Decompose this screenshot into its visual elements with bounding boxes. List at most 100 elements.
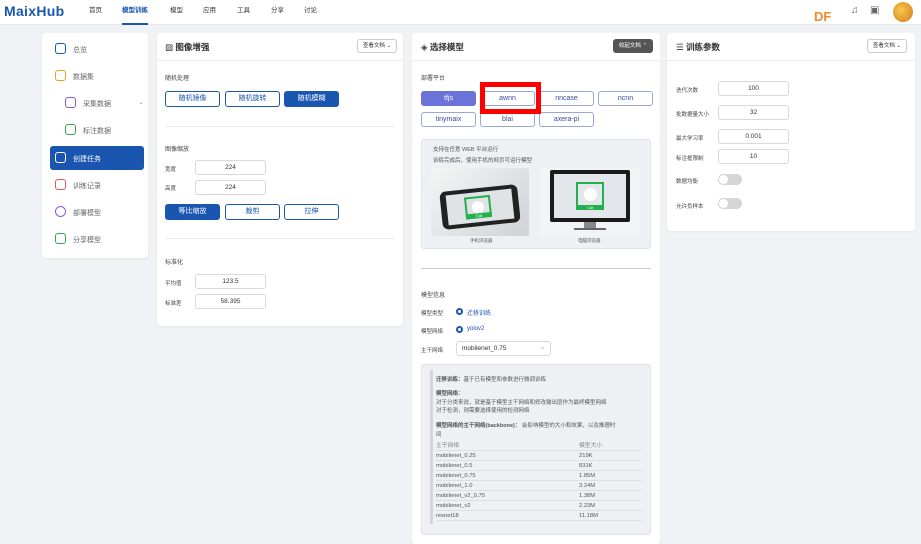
divider: [421, 268, 651, 269]
height-input[interactable]: 224: [195, 180, 266, 195]
nav-discuss[interactable]: 讨论: [304, 0, 317, 25]
table-cell: mobilenet_0.25: [436, 453, 476, 459]
random-section-title: 随机处理: [165, 76, 190, 82]
bell-icon[interactable]: ♫: [851, 5, 859, 16]
pc-caption: 电脑浏览器: [578, 238, 601, 243]
normalize-section-title: 标准化: [165, 260, 184, 266]
transfer-radio-label[interactable]: 迁移训练: [467, 308, 491, 317]
nav-share[interactable]: 分享: [271, 0, 284, 25]
platform-nncase-button[interactable]: nncase: [539, 91, 594, 106]
platform-tinymaix-button[interactable]: tinymaix: [421, 112, 476, 127]
mean-label: 平均值: [165, 281, 182, 287]
platform-ncnn-button[interactable]: ncnn: [598, 91, 653, 106]
stretch-button[interactable]: 拉伸: [284, 204, 339, 220]
monitor-base: [574, 228, 606, 230]
divider: [165, 126, 395, 127]
sliders-icon: ☰: [676, 42, 686, 52]
table-row: mobilenet_v2 2.23M: [436, 502, 642, 511]
std-input[interactable]: 58.395: [195, 294, 266, 309]
sidebar-item-deploy[interactable]: 部署模型: [50, 200, 144, 224]
batch-size-label: 批数据量大小: [676, 112, 710, 118]
pc-image: Cat: [540, 168, 640, 236]
phone-screen: Cat: [445, 188, 515, 226]
model-doc-button[interactable]: 收起文档 ⌃: [613, 39, 653, 53]
table-header: 主干网络 模型大小: [436, 442, 642, 451]
platform-blai-button[interactable]: blai: [480, 112, 535, 127]
table-cell: 2.23M: [579, 503, 596, 509]
table-row: mobilenet_0.75 1.85M: [436, 472, 642, 481]
doc-net-text1: 对于分类来说，就是基于模型主干网络和修改输出层作为最终模型网络: [436, 400, 607, 406]
sidebar-item-capture[interactable]: 采集数据 ⌄: [50, 91, 144, 115]
sidebar: 总览 数据集 采集数据 ⌄ 标注数据 创建任务 训练记录 部署模型 分享模型: [42, 33, 148, 258]
table-header-cell: 主干网络: [436, 443, 460, 449]
random-blur-button[interactable]: 随机模糊: [284, 91, 339, 107]
yolov2-radio-label[interactable]: yolov2: [467, 326, 484, 332]
sidebar-item-label: 训练记录: [73, 183, 101, 190]
table-cell: 11.18M: [579, 513, 598, 519]
learning-rate-input[interactable]: 0.001: [718, 129, 789, 144]
table-cell: mobilenet_0.5: [436, 463, 473, 469]
balance-toggle[interactable]: [718, 174, 742, 185]
home-icon: [55, 43, 66, 54]
sidebar-item-dataset[interactable]: 数据集: [50, 64, 144, 88]
nav-model-training[interactable]: 模型训练: [122, 0, 148, 25]
random-rotate-button[interactable]: 随机旋转: [225, 91, 280, 107]
doc-quote-bar: [430, 370, 433, 524]
backbone-label: 主干网络: [421, 348, 444, 354]
batch-size-input[interactable]: 32: [718, 105, 789, 120]
message-icon[interactable]: ▣: [870, 5, 879, 16]
cube-icon: ◈: [421, 42, 430, 52]
platform-tfjs-button[interactable]: tfjs: [421, 91, 476, 106]
yolov2-radio[interactable]: [456, 326, 463, 333]
width-input[interactable]: 224: [195, 160, 266, 175]
sidebar-item-annotate[interactable]: 标注数据: [50, 118, 144, 142]
table-cell: resnet18: [436, 513, 459, 519]
divider: [165, 238, 395, 239]
sidebar-item-history[interactable]: 训练记录: [50, 173, 144, 197]
chevron-down-icon[interactable]: ⌄: [138, 98, 144, 106]
sidebar-item-share[interactable]: 分享模型: [50, 227, 144, 251]
backbone-select[interactable]: mobilenet_0.75 ⌄: [456, 341, 551, 356]
model-info-title: 模型信息: [421, 293, 446, 299]
sidebar-item-create-task[interactable]: 创建任务: [50, 146, 144, 170]
phone-device: Cat: [439, 184, 521, 230]
maixhub-logo[interactable]: MaixHub: [4, 3, 64, 19]
crop-button[interactable]: 裁剪: [225, 204, 280, 220]
table-row: mobilenet_0.25 219K: [436, 452, 642, 461]
epochs-input[interactable]: 100: [718, 81, 789, 96]
platform-axera-pi-button[interactable]: axera-pi: [539, 112, 594, 127]
sidebar-item-label: 标注数据: [83, 128, 111, 135]
backbone-select-value: mobilenet_0.75: [462, 345, 507, 352]
box-limit-input[interactable]: 10: [718, 149, 789, 164]
divider: [157, 60, 403, 61]
nav-home[interactable]: 首页: [89, 0, 102, 25]
top-bar: MaixHub 首页 模型训练 模型 应用 工具 分享 讨论 DF ♫ ▣: [0, 0, 921, 25]
sidebar-item-label: 总览: [73, 47, 87, 54]
avatar[interactable]: [893, 2, 913, 22]
doc-button-label: 查看文档: [872, 43, 895, 49]
platform-support-text: 支持在任意 WEB 平台运行: [433, 147, 499, 153]
phone-image: Cat: [431, 168, 529, 236]
sidebar-item-overview[interactable]: 总览: [50, 37, 144, 61]
proportional-resize-button[interactable]: 等比缩放: [165, 204, 220, 220]
table-cell: 3.24M: [579, 483, 596, 489]
nav-models[interactable]: 模型: [170, 0, 183, 25]
nav-apps[interactable]: 应用: [203, 0, 216, 25]
height-label: 高度: [165, 186, 177, 192]
table-cell: 219K: [579, 453, 593, 459]
doc-net-title: 模型网络：: [436, 391, 464, 397]
detection-label: Cat: [576, 205, 604, 210]
params-doc-button[interactable]: 查看文档 ⌄: [867, 39, 907, 53]
learning-rate-label: 最大学习率: [676, 136, 704, 142]
mean-input[interactable]: 123.5: [195, 274, 266, 289]
detection-box: Cat: [463, 194, 493, 220]
nav-tools[interactable]: 工具: [237, 0, 250, 25]
transfer-radio[interactable]: [456, 308, 463, 315]
doc-button-label: 查看文档: [362, 43, 385, 49]
sidebar-item-label: 创建任务: [73, 156, 101, 163]
negative-samples-toggle[interactable]: [718, 198, 742, 209]
augment-doc-button[interactable]: 查看文档 ⌄: [357, 39, 397, 53]
detection-label: Cat: [465, 211, 493, 220]
random-mirror-button[interactable]: 随机镜像: [165, 91, 220, 107]
platform-section-title: 部署平台: [421, 76, 446, 82]
